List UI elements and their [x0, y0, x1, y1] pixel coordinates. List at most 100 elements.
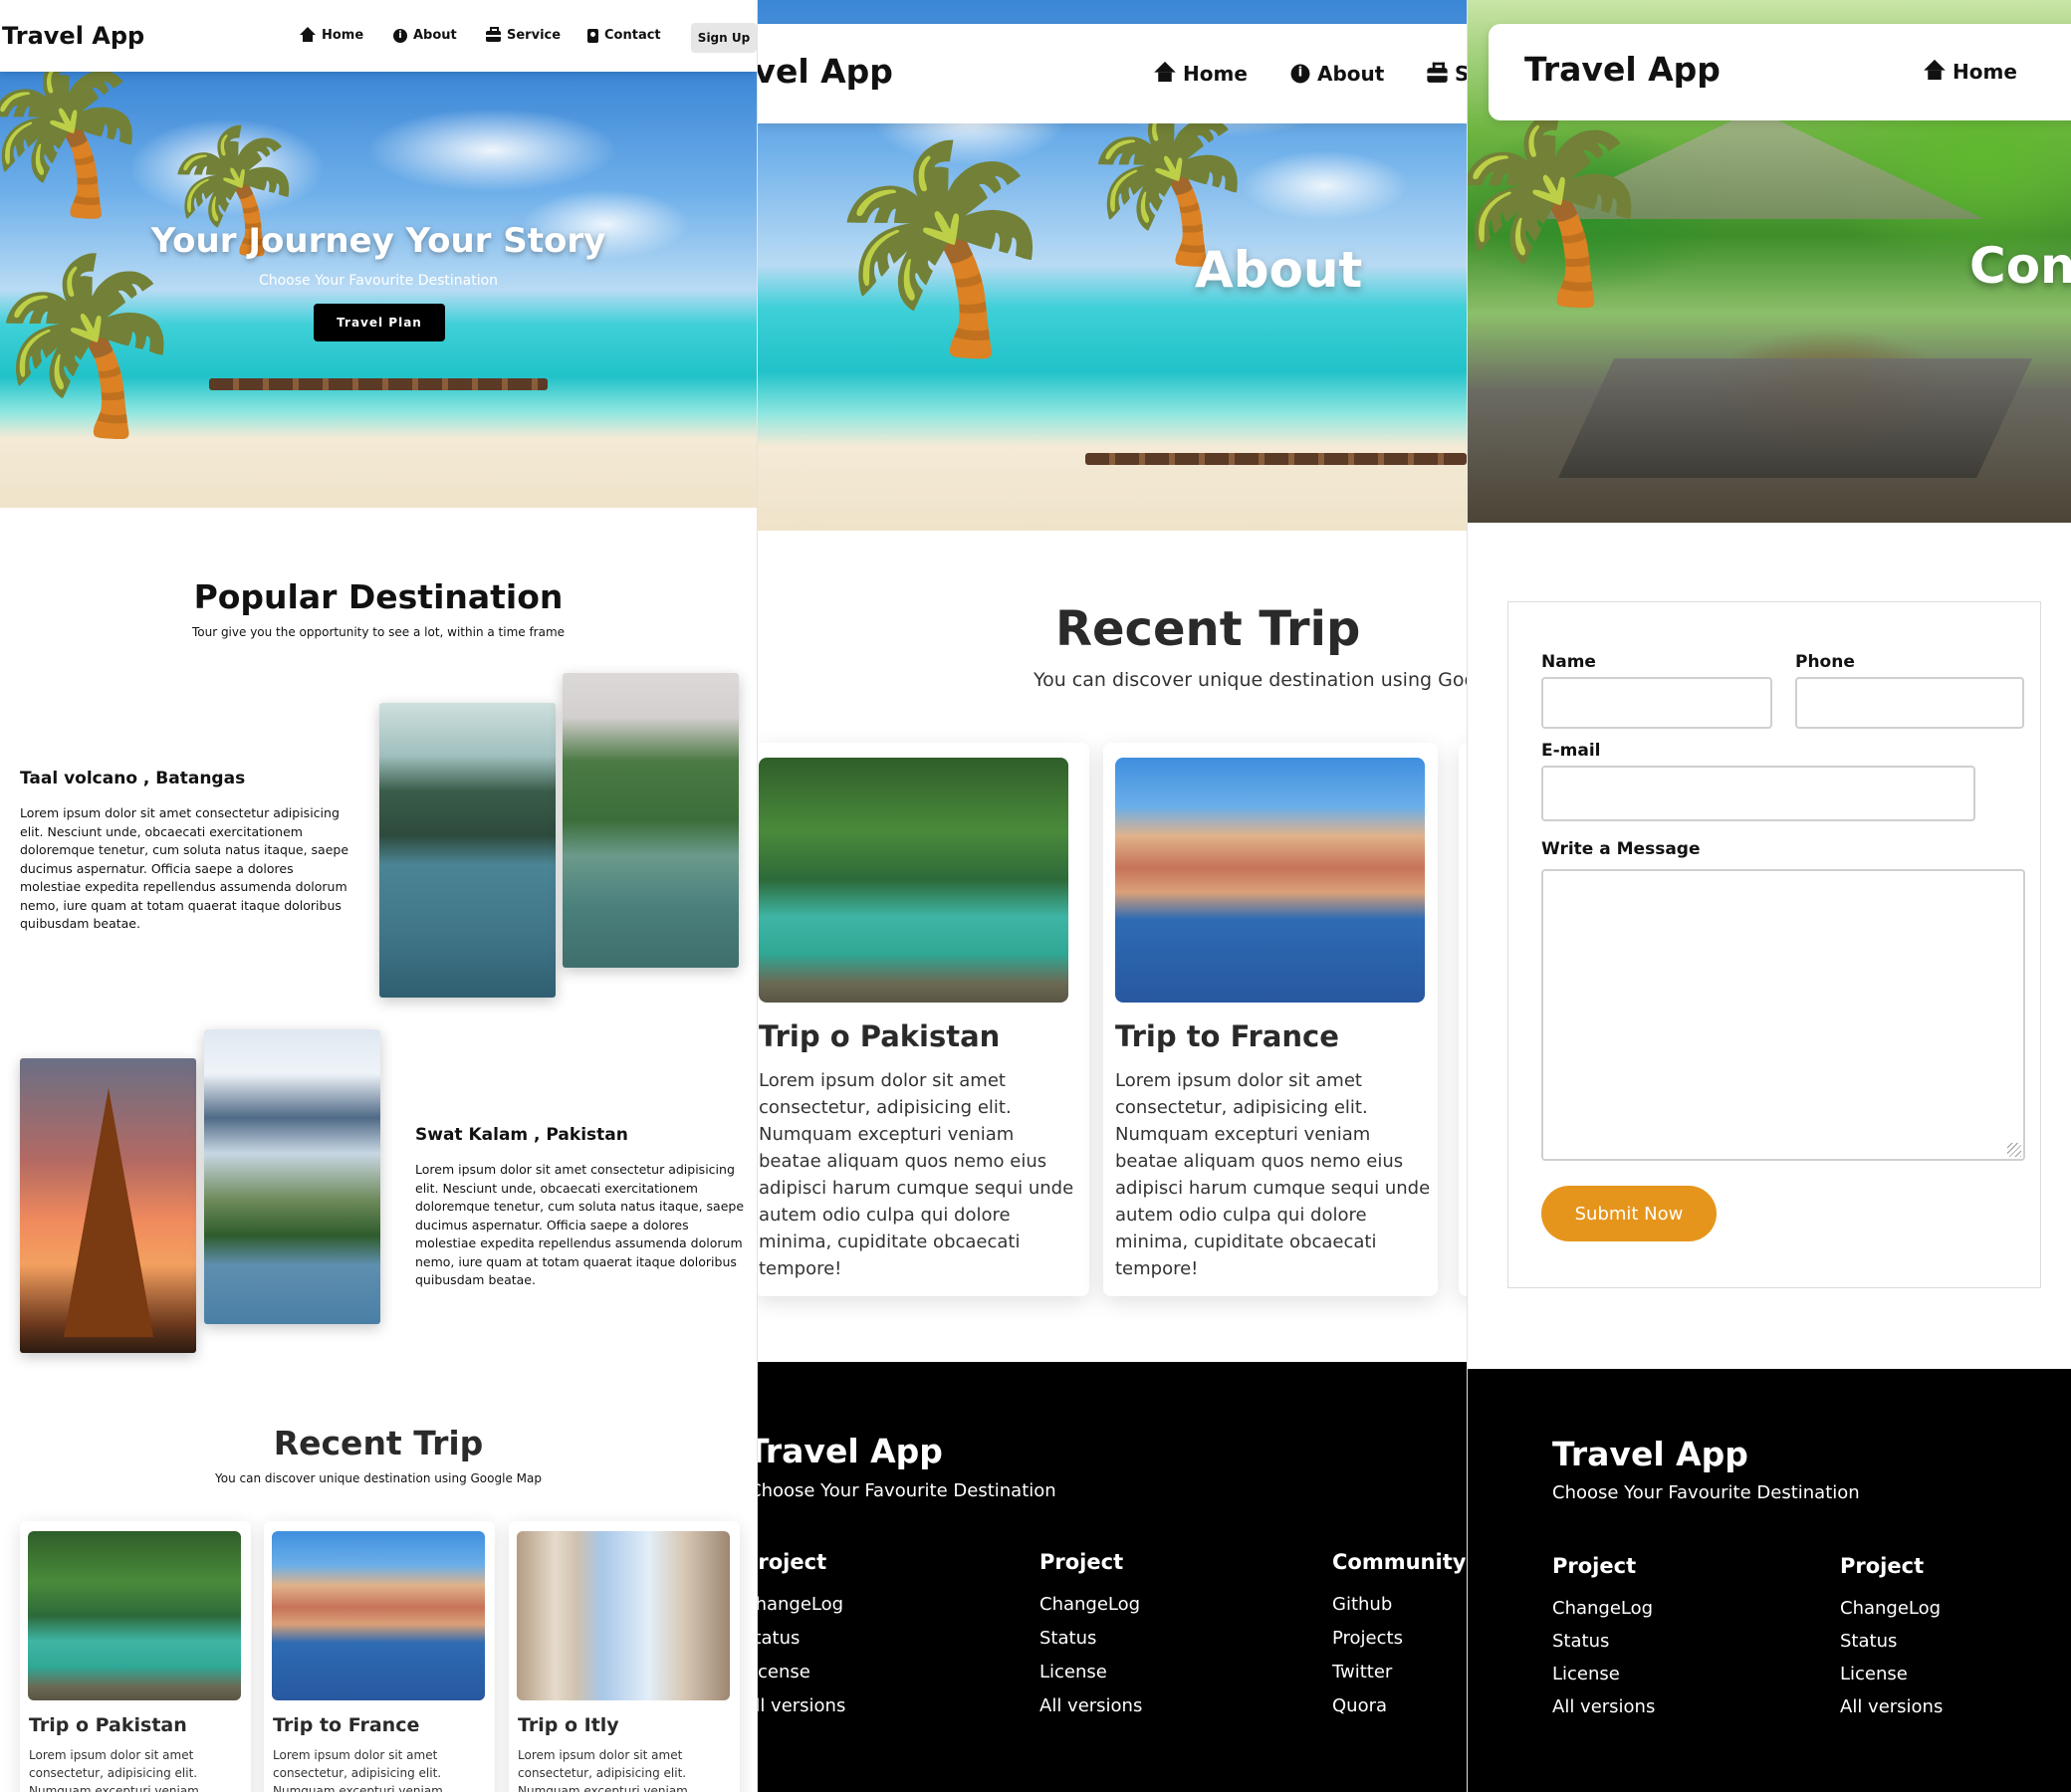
- contact-page-panel: 🌴 Con Travel App Home Name Phone E-mail …: [1467, 0, 2071, 1792]
- nav-contact-label: Contact: [604, 28, 661, 43]
- footer-column: Project ChangeLog Status License All ver…: [1552, 1554, 1655, 1723]
- trip-card[interactable]: Trip o Itly Lorem ipsum dolor sit amet c…: [509, 1521, 740, 1792]
- top-navbar: Travel App Home i About Service: [757, 24, 1467, 123]
- footer-tagline: Choose Your Favourite Destination: [1552, 1482, 1860, 1503]
- footer-link[interactable]: ChangeLog: [1840, 1592, 1943, 1625]
- footer-link[interactable]: All versions: [757, 1689, 845, 1723]
- footer-link[interactable]: Twitter: [1332, 1656, 1466, 1689]
- footer-link[interactable]: License: [1840, 1658, 1943, 1690]
- destination-photo-river: [563, 673, 739, 968]
- footer-link[interactable]: License: [1039, 1656, 1142, 1689]
- contact-form: Name Phone E-mail Write a Message Submit…: [1507, 601, 2041, 1288]
- about-page-panel: 🌴 🌴 About Travel App Home i About Servic…: [757, 0, 1467, 1792]
- footer-link[interactable]: All versions: [1039, 1689, 1142, 1723]
- message-label: Write a Message: [1541, 839, 1701, 859]
- trip-text: Lorem ipsum dolor sit amet consectetur, …: [1115, 1070, 1431, 1279]
- lounge-deck-decoration: [1558, 358, 2032, 478]
- phone-input[interactable]: [1795, 677, 2024, 729]
- nav-home[interactable]: Home: [1924, 59, 2017, 84]
- travel-plan-button[interactable]: Travel Plan: [314, 304, 445, 341]
- brand-logo[interactable]: Travel App: [1524, 50, 1721, 89]
- briefcase-icon: [1427, 62, 1448, 83]
- destination-description: Lorem ipsum dolor sit amet consectetur a…: [415, 1162, 745, 1287]
- nav-service-label: Service: [1455, 62, 1467, 86]
- about-hero-title: About: [1195, 241, 1363, 299]
- trip-title: Trip o Pakistan: [759, 1019, 1001, 1053]
- top-navbar: Travel App Home i About Service Contact …: [0, 0, 757, 72]
- recent-trip-title: Recent Trip: [273, 1424, 484, 1462]
- nav-service[interactable]: Service: [1427, 62, 1467, 86]
- home-icon: [300, 26, 316, 43]
- trip-card[interactable]: [1459, 743, 1467, 1296]
- footer-column: Project ChangeLog Status License All ver…: [1840, 1554, 1943, 1723]
- footer-column-heading: Project: [1840, 1554, 1925, 1578]
- footer-link[interactable]: ChangeLog: [757, 1588, 845, 1622]
- footer-link[interactable]: Status: [1840, 1625, 1943, 1658]
- info-icon: i: [393, 28, 407, 43]
- footer-link[interactable]: Status: [1039, 1622, 1142, 1656]
- panel-divider: [1467, 0, 1468, 1792]
- footer-link[interactable]: Status: [1552, 1625, 1655, 1658]
- palm-tree-decoration: 🌴: [1075, 98, 1262, 271]
- name-input[interactable]: [1541, 677, 1772, 729]
- info-icon: i: [1290, 64, 1310, 84]
- email-input[interactable]: [1541, 766, 1975, 821]
- sign-up-button[interactable]: Sign Up: [691, 23, 757, 53]
- footer-link[interactable]: Github: [1332, 1588, 1466, 1622]
- nav-about-label: About: [413, 28, 457, 43]
- destination-description: Lorem ipsum dolor sit amet consectetur a…: [20, 805, 349, 931]
- footer-link[interactable]: ChangeLog: [1552, 1592, 1655, 1625]
- palm-tree-decoration: 🌴: [0, 50, 156, 223]
- nav-about[interactable]: i About: [393, 28, 457, 43]
- trip-title: Trip to France: [1115, 1019, 1339, 1053]
- footer-tagline: Choose Your Favourite Destination: [757, 1480, 1056, 1501]
- footer: Travel App Choose Your Favourite Destina…: [757, 1362, 1467, 1792]
- recent-trip-subtitle: You can discover unique destination usin…: [215, 1471, 542, 1485]
- trip-card[interactable]: Trip o Pakistan Lorem ipsum dolor sit am…: [757, 743, 1089, 1296]
- footer-link[interactable]: License: [757, 1656, 845, 1689]
- footer-link[interactable]: Status: [757, 1622, 845, 1656]
- popular-destination-title: Popular Destination: [193, 577, 564, 616]
- palm-tree-decoration: 🌴: [1467, 105, 1661, 313]
- email-label: E-mail: [1541, 741, 1601, 761]
- phone-label: Phone: [1795, 652, 1855, 672]
- home-icon: [1154, 61, 1176, 84]
- footer-link[interactable]: License: [1552, 1658, 1655, 1690]
- recent-trip-subtitle: You can discover unique destination usin…: [1034, 669, 1467, 691]
- footer-link[interactable]: Projects: [1332, 1622, 1466, 1656]
- trip-card[interactable]: Trip to France Lorem ipsum dolor sit ame…: [264, 1521, 495, 1792]
- footer-link[interactable]: ChangeLog: [1039, 1588, 1142, 1622]
- destination-photo-bay: [379, 703, 556, 998]
- nav-home[interactable]: Home: [300, 26, 364, 43]
- submit-now-button[interactable]: Submit Now: [1541, 1186, 1717, 1241]
- footer-brand: Travel App: [1552, 1435, 1748, 1473]
- trip-card[interactable]: Trip o Pakistan Lorem ipsum dolor sit am…: [20, 1521, 251, 1792]
- footer-column: Community Github Projects Twitter Quora: [1332, 1550, 1466, 1723]
- nav-about[interactable]: i About: [1290, 62, 1384, 86]
- nav-contact[interactable]: Contact: [587, 28, 661, 43]
- nav-home[interactable]: Home: [1154, 61, 1248, 86]
- destination-name: Swat Kalam , Pakistan: [415, 1125, 628, 1145]
- home-hero: 🌴 🌴 🌴 Your Journey Your Story Choose You…: [0, 62, 757, 508]
- message-textarea[interactable]: [1541, 869, 2025, 1161]
- brand-logo[interactable]: Travel App: [757, 52, 893, 91]
- footer-link[interactable]: All versions: [1552, 1690, 1655, 1723]
- trip-card[interactable]: Trip to France Lorem ipsum dolor sit ame…: [1103, 743, 1438, 1296]
- trip-text: Lorem ipsum dolor sit amet consectetur, …: [273, 1748, 443, 1792]
- footer-brand: Travel App: [757, 1432, 943, 1470]
- footer: Travel App Choose Your Favourite Destina…: [1467, 1369, 2071, 1792]
- footer-link[interactable]: All versions: [1840, 1690, 1943, 1723]
- footer-link[interactable]: Quora: [1332, 1689, 1466, 1723]
- trip-title: Trip o Pakistan: [29, 1714, 187, 1736]
- brand-logo[interactable]: Travel App: [2, 22, 144, 50]
- trip-text: Lorem ipsum dolor sit amet consectetur, …: [518, 1748, 688, 1792]
- hero-subtitle: Choose Your Favourite Destination: [258, 273, 499, 289]
- footer-column-heading: Project: [1552, 1554, 1637, 1578]
- trip-text: Lorem ipsum dolor sit amet consectetur, …: [759, 1070, 1074, 1279]
- water-villas: [1085, 453, 1467, 465]
- resize-handle[interactable]: [2007, 1143, 2021, 1157]
- nav-home-label: Home: [1953, 60, 2017, 84]
- nav-home-label: Home: [322, 28, 364, 43]
- trip-photo: [759, 758, 1068, 1003]
- nav-service[interactable]: Service: [486, 27, 561, 43]
